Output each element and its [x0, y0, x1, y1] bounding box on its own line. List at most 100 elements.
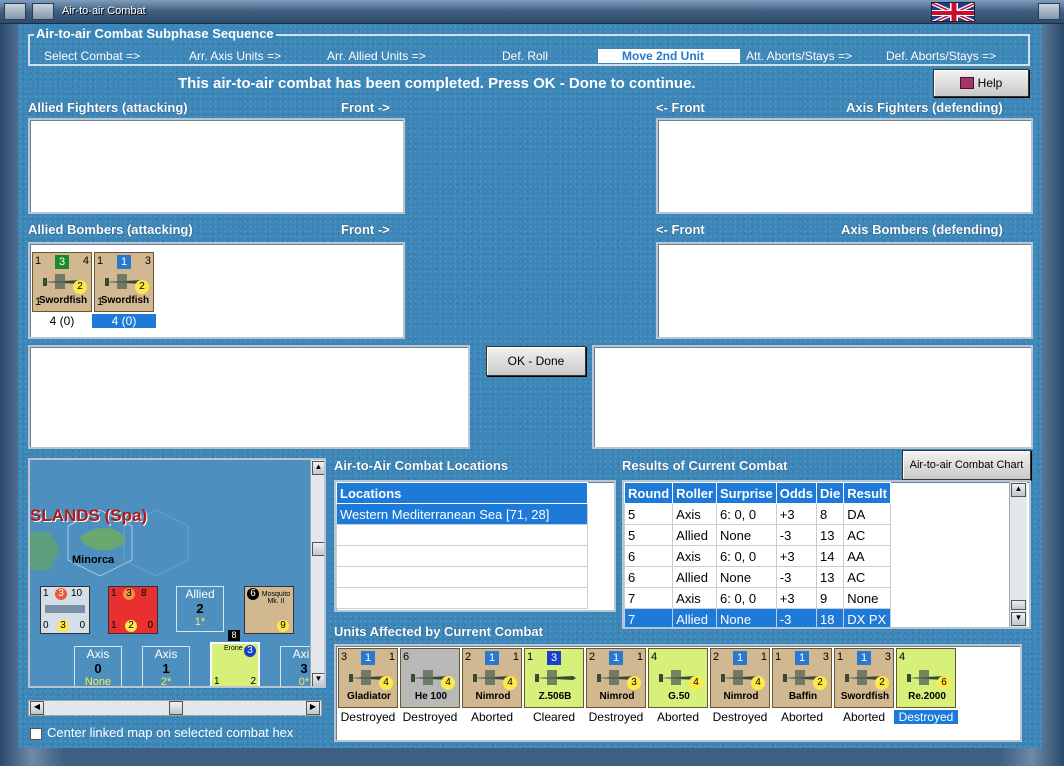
- affected-units-area[interactable]: 3 1 1 4 Gladiator Destroyed 6 4 He 100 Destroyed 2…: [334, 644, 1022, 742]
- results-row[interactable]: 6 Allied None -3 13 AC: [624, 566, 891, 588]
- aircraft-icon: [535, 670, 576, 685]
- results-cell: AA: [843, 545, 891, 567]
- map-unit-erone[interactable]: Erone 3 12: [210, 642, 260, 686]
- results-cell: None: [716, 524, 777, 546]
- affected-unit-counter-3[interactable]: 1 3 Z.506B: [524, 648, 584, 708]
- center-map-checkbox[interactable]: [30, 728, 42, 740]
- results-column-header: Round: [624, 482, 674, 504]
- ok-done-button[interactable]: OK - Done: [486, 346, 586, 376]
- hscroll-thumb[interactable]: [169, 701, 183, 715]
- locations-list[interactable]: Locations Western Mediterranean Sea [71,…: [334, 480, 616, 612]
- axis-fighters-area[interactable]: [656, 118, 1033, 214]
- counter-square-value: 1: [361, 651, 375, 665]
- results-row[interactable]: 7 Axis 6: 0, 0 +3 9 None: [624, 587, 891, 609]
- map-unit-carrier[interactable]: 1 3 10 030: [40, 586, 90, 634]
- help-button[interactable]: Help: [933, 69, 1029, 97]
- map-hex-label: Minorca: [72, 554, 115, 566]
- affected-unit-counter-4[interactable]: 2 1 1 3 Nimrod: [586, 648, 646, 708]
- locations-title: Air-to-Air Combat Locations: [334, 458, 509, 473]
- results-cell: 6: 0, 0: [716, 503, 777, 525]
- allied-bomber-caption-0: 4 (0): [49, 314, 75, 328]
- close-button[interactable]: [1038, 3, 1060, 20]
- scroll-down-icon[interactable]: ▼: [312, 673, 324, 686]
- affected-unit-status-7: Aborted: [780, 710, 824, 724]
- allied-fighters-label: Allied Fighters (attacking): [28, 100, 188, 115]
- counter-value: 1: [837, 651, 844, 663]
- linked-map[interactable]: SLANDS (Spa) Minorca 1 3 10 030 138 120 Al…: [28, 458, 326, 688]
- affected-unit-counter-7[interactable]: 1 1 3 2 Baffin: [772, 648, 832, 708]
- counter-value: 3: [144, 255, 151, 267]
- affected-unit-counter-8[interactable]: 1 1 3 2 Swordfish: [834, 648, 894, 708]
- results-cell: None: [716, 566, 777, 588]
- affected-unit-counter-9[interactable]: 4 6 Re.2000: [896, 648, 956, 708]
- counter-value: 1: [35, 296, 42, 308]
- scroll-up-icon[interactable]: ▲: [1011, 483, 1026, 497]
- counter-square-value: 1: [795, 651, 809, 665]
- allied-bomber-counter-1[interactable]: 1 1 3 2 Swordfish 1: [94, 252, 154, 312]
- affected-unit-status-6: Destroyed: [712, 710, 768, 724]
- affected-unit-counter-2[interactable]: 2 1 1 4 Nimrod: [462, 648, 522, 708]
- scroll-down-icon[interactable]: ▼: [1011, 612, 1026, 626]
- results-vscroll[interactable]: ▲ ▼: [1009, 482, 1027, 627]
- counter-name: Nimrod: [599, 691, 635, 702]
- allied-bomber-counter-0[interactable]: 1 3 4 2 Swordfish 1: [32, 252, 92, 312]
- map-unit-mosquito[interactable]: 6 Mosquito Mk. II 9: [244, 586, 294, 634]
- map-unit-red[interactable]: 138 120: [108, 586, 158, 634]
- counter-square-value: 1: [609, 651, 623, 665]
- counter-value: 4: [651, 651, 658, 663]
- counter-circle-value: 2: [135, 280, 149, 294]
- counter-square-value: 1: [857, 651, 871, 665]
- counter-circle-value: 4: [751, 676, 765, 690]
- axis-fighters-front: <- Front: [656, 100, 705, 115]
- affected-unit-counter-6[interactable]: 2 1 1 4 Nimrod: [710, 648, 770, 708]
- results-column-header: Surprise: [716, 482, 777, 504]
- window-title: Air-to-air Combat: [62, 5, 146, 17]
- results-cell: None: [716, 608, 777, 627]
- location-row-empty: [336, 524, 588, 546]
- results-column-header: Odds: [775, 482, 817, 504]
- phase-def-aborts: Def. Aborts/Stays =>: [886, 49, 997, 63]
- results-cell: Axis: [672, 587, 717, 609]
- allied-fighters-area[interactable]: [28, 118, 405, 214]
- results-cell: 14: [815, 545, 845, 567]
- counter-name: Z.506B: [538, 691, 572, 702]
- map-vscroll[interactable]: ▲ ▼: [310, 460, 324, 686]
- results-cell: Axis: [672, 545, 717, 567]
- results-cell: 13: [815, 524, 845, 546]
- scroll-thumb[interactable]: [1011, 600, 1026, 610]
- map-axis-stat-1: Axis 1 2*: [142, 646, 190, 686]
- results-row[interactable]: 5 Allied None -3 13 AC: [624, 524, 891, 546]
- affected-unit-counter-0[interactable]: 3 1 1 4 Gladiator: [338, 648, 398, 708]
- locations-header: Locations: [336, 482, 588, 504]
- scroll-left-icon[interactable]: ◀: [30, 701, 44, 715]
- counter-circle-value: 2: [813, 676, 827, 690]
- axis-log-area: [592, 345, 1033, 449]
- location-row-empty: [336, 545, 588, 567]
- affected-unit-counter-1[interactable]: 6 4 He 100: [400, 648, 460, 708]
- counter-value: 3: [341, 651, 348, 663]
- results-row[interactable]: 7 Allied None -3 18 DX PX: [624, 608, 891, 627]
- results-cell: 5: [624, 524, 674, 546]
- combat-chart-button[interactable]: Air-to-air Combat Chart: [902, 450, 1031, 480]
- scroll-thumb[interactable]: [312, 542, 324, 556]
- results-row[interactable]: 5 Axis 6: 0, 0 +3 8 DA: [624, 503, 891, 525]
- counter-value: 2: [589, 651, 596, 663]
- affected-unit-status-2: Aborted: [470, 710, 514, 724]
- map-hscroll[interactable]: ◀ ▶: [28, 700, 322, 716]
- counter-circle-value: 2: [875, 676, 889, 690]
- scroll-up-icon[interactable]: ▲: [312, 461, 324, 475]
- minimize-button[interactable]: [32, 3, 54, 20]
- system-menu-button[interactable]: [4, 3, 26, 20]
- axis-bombers-area[interactable]: [656, 242, 1033, 339]
- affected-unit-counter-5[interactable]: 4 4 G.50: [648, 648, 708, 708]
- scroll-right-icon[interactable]: ▶: [306, 701, 320, 715]
- allied-bombers-area[interactable]: 1 3 4 2 Swordfish 1 4 (0) 1 1 3 2 Swordfish 1 4 (0): [28, 242, 405, 339]
- results-cell: Allied: [672, 524, 717, 546]
- results-row[interactable]: 6 Axis 6: 0, 0 +3 14 AA: [624, 545, 891, 567]
- location-row-0[interactable]: Western Mediterranean Sea [71, 28]: [336, 503, 588, 525]
- map-axis-stat-0: Axis 0 None: [74, 646, 122, 686]
- results-cell: -3: [775, 524, 817, 546]
- affected-unit-status-4: Destroyed: [588, 710, 644, 724]
- results-column-header: Result: [843, 482, 891, 504]
- uk-flag-icon: [931, 2, 975, 22]
